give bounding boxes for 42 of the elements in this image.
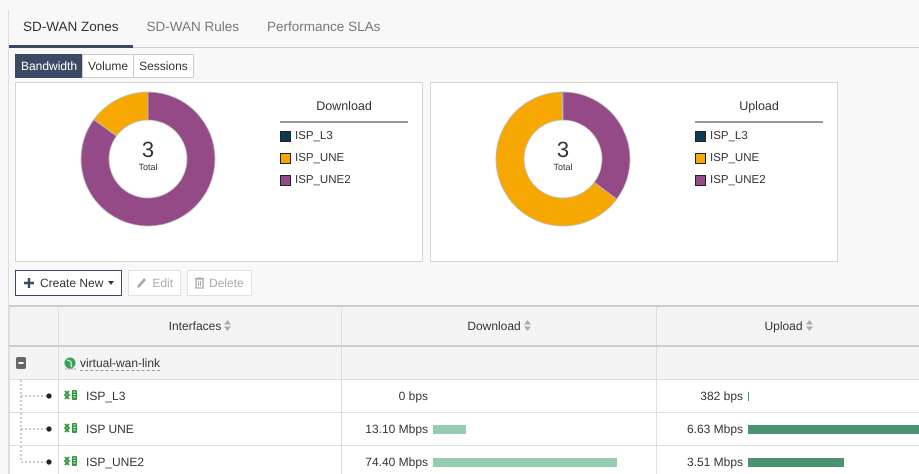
interface-name: ISP_L3	[86, 388, 126, 402]
legend-label: ISP_L3	[295, 128, 333, 144]
create-button[interactable]: Create New	[15, 270, 122, 296]
legend-title: Download	[280, 93, 408, 123]
rate-value: 13.10 Mbps	[364, 420, 428, 438]
rate-value: 3.51 Mbps	[686, 454, 743, 470]
caret-icon	[108, 281, 114, 285]
total-label: Total	[552, 162, 574, 172]
column-header[interactable]: Interfaces	[58, 306, 342, 346]
tab[interactable]: Performance SLAs	[253, 10, 394, 48]
tab[interactable]: SD-WAN Rules	[132, 10, 254, 48]
total-value: 3	[140, 138, 156, 162]
legend-label: ISP_UNE	[295, 151, 344, 166]
view-toggle-button[interactable]: Sessions	[133, 54, 194, 78]
view-toggle-button[interactable]: Volume	[82, 54, 134, 78]
globe-icon	[64, 357, 76, 370]
interface-name: ISP UNE	[86, 422, 134, 436]
rate-value: 382 bps	[699, 388, 743, 404]
legend-label: ISP_UNE2	[710, 173, 766, 188]
network-port-icon	[64, 388, 78, 400]
network-port-icon	[64, 422, 78, 434]
column-header[interactable]: Download	[342, 306, 656, 346]
collapse-icon[interactable]	[16, 357, 26, 369]
legend-label: ISP_UNE	[710, 151, 760, 166]
legend-label: ISP_L3	[710, 128, 748, 144]
rate-value: 0 bps	[398, 388, 428, 404]
rate-bar	[433, 424, 466, 434]
zone-link[interactable]: virtual-wan-link	[80, 356, 160, 371]
view-toggle-button[interactable]: Bandwidth	[15, 54, 84, 78]
interface-name: ISP_UNE2	[86, 454, 144, 468]
rate-value: 6.63 Mbps	[686, 420, 743, 438]
pencil-icon	[136, 277, 148, 289]
plus-icon	[23, 277, 35, 289]
rate-value: 74.40 Mbps	[364, 454, 428, 470]
network-port-icon	[64, 454, 78, 466]
trash-icon	[195, 277, 204, 289]
tab[interactable]: SD-WAN Zones	[9, 10, 133, 48]
legend-title: Upload	[695, 93, 823, 123]
column-header[interactable]: Upload	[656, 306, 919, 346]
legend-label: ISP_UNE2	[295, 173, 351, 188]
total-label: Total	[137, 162, 158, 172]
total-value: 3	[556, 138, 570, 162]
